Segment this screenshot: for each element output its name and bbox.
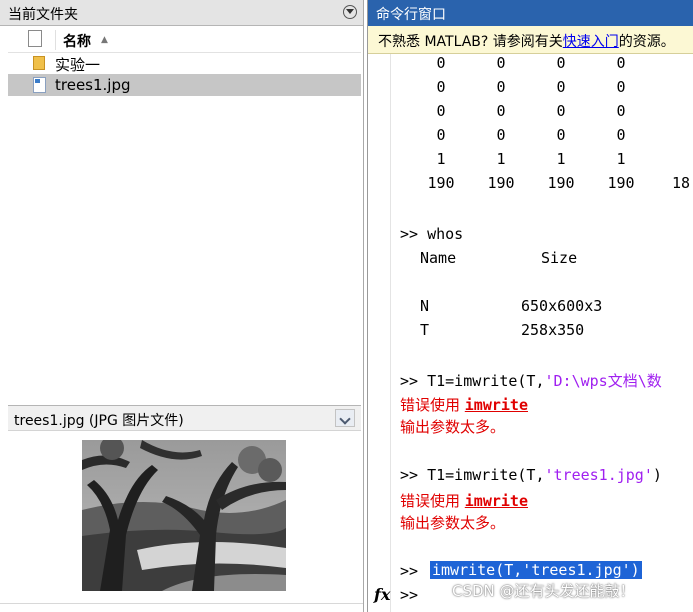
matrix-cell: 0 [556, 78, 566, 96]
watermark: CSDN @还有头发还能敲！ [452, 582, 635, 600]
folder-actions-icon[interactable] [343, 5, 357, 19]
sort-ascending-icon: ▲ [101, 35, 108, 45]
matrix-cell: 0 [616, 54, 626, 72]
prompt-symbol: >> [400, 225, 428, 243]
whos-command: whos [427, 225, 464, 243]
matrix-cell: 190 [547, 174, 575, 192]
matrix-cell: 190 [487, 174, 515, 192]
folder-label: 实验一 [55, 56, 101, 74]
matrix-cell: 1 [496, 150, 506, 168]
function-browser-icon[interactable]: fx [374, 585, 390, 604]
code-text: T1=imwrite(T, [427, 466, 545, 484]
name-column-label[interactable]: 名称 [63, 31, 91, 51]
current-folder-panel: 当前文件夹 名称 ▲ 实验一 trees1.jpg trees1.jpg (JP… [0, 0, 364, 612]
file-type-column-icon [28, 30, 42, 47]
code-text: ) [652, 466, 662, 484]
code-text: T1=imwrite(T, [427, 372, 545, 390]
command-output[interactable]: 0 0 0 0 0 0 0 0 0 0 0 0 0 0 0 0 1 1 1 1 190 190 190 190 18 >> wh… [400, 54, 693, 612]
whos-header-size: Size [541, 249, 578, 267]
command-window-titlebar[interactable]: 命令行窗口 [368, 0, 693, 26]
matrix-cell: 0 [556, 54, 566, 72]
selected-command-text[interactable]: imwrite(T,'trees1.jpg') [430, 561, 642, 579]
matrix-cell: 0 [496, 78, 506, 96]
file-row-selected[interactable]: trees1.jpg [8, 74, 361, 96]
details-header: trees1.jpg (JPG 图片文件) [8, 405, 361, 431]
panel-divider [0, 603, 363, 604]
prompt-symbol: >> [400, 372, 428, 390]
command-window-title: 命令行窗口 [376, 7, 446, 23]
error-prefix: 错误使用 [400, 396, 465, 414]
details-title: trees1.jpg (JPG 图片文件) [14, 413, 184, 429]
folder-row[interactable]: 实验一 [8, 52, 361, 74]
error-message: 输出参数太多。 [400, 418, 506, 436]
notice-suffix: 的资源。 [618, 34, 675, 50]
whos-row-name: T [420, 321, 430, 339]
quick-start-link[interactable]: 快速入门 [563, 34, 619, 50]
matrix-cell: 1 [616, 150, 626, 168]
current-folder-header: 当前文件夹 [0, 0, 363, 26]
matrix-cell: 0 [496, 102, 506, 120]
matrix-cell: 190 [607, 174, 635, 192]
chevron-down-icon[interactable] [335, 409, 355, 427]
error-message: 输出参数太多。 [400, 514, 506, 532]
whos-row-name: N [420, 297, 430, 315]
code-string: 'D:\wps文档\数 [544, 372, 662, 390]
error-function-link[interactable]: imwrite [465, 396, 528, 414]
matrix-cell: 190 [427, 174, 455, 192]
folder-icon [33, 56, 45, 70]
prompt-symbol: >> [400, 562, 428, 580]
matrix-cell: 18 [671, 174, 691, 192]
command-line-whos: >> whos [400, 225, 463, 243]
matrix-cell: 0 [436, 54, 446, 72]
command-line-attempt1: >> T1=imwrite(T,'D:\wps文档\数 [400, 370, 662, 391]
getting-started-notice: 不熟悉 MATLAB? 请参阅有关快速入门的资源。 [368, 26, 693, 54]
matrix-cell: 0 [436, 102, 446, 120]
error-line: 错误使用 imwrite [400, 394, 528, 415]
matrix-cell: 0 [556, 126, 566, 144]
matrix-cell: 0 [616, 102, 626, 120]
command-gutter [368, 54, 391, 612]
matrix-cell: 0 [616, 78, 626, 96]
matrix-cell: 0 [436, 126, 446, 144]
column-separator [55, 30, 56, 50]
prompt-symbol: >> [400, 466, 428, 484]
whos-row-size: 650x600x3 [521, 297, 603, 315]
whos-row-size: 258x350 [521, 321, 585, 339]
current-prompt[interactable]: >> [400, 586, 418, 604]
notice-prefix: 不熟悉 MATLAB? 请参阅有关 [378, 34, 563, 50]
file-list-column-header[interactable]: 名称 ▲ [8, 28, 361, 53]
trees-image [82, 440, 286, 591]
notice-text: 不熟悉 MATLAB? 请参阅有关快速入门的资源。 [378, 31, 675, 51]
matrix-cell: 0 [436, 78, 446, 96]
code-string: 'trees1.jpg' [544, 466, 653, 484]
error-prefix: 错误使用 [400, 492, 465, 510]
command-window: 命令行窗口 不熟悉 MATLAB? 请参阅有关快速入门的资源。 00000000… [367, 0, 693, 612]
matrix-cell: 0 [496, 54, 506, 72]
matrix-cell: 0 [496, 126, 506, 144]
matrix-cell: 0 [616, 126, 626, 144]
command-line-attempt2: >> T1=imwrite(T,'trees1.jpg') [400, 466, 662, 484]
matrix-cell: 0 [556, 102, 566, 120]
file-label: trees1.jpg [55, 76, 131, 94]
current-folder-title: 当前文件夹 [8, 7, 78, 23]
error-line: 错误使用 imwrite [400, 490, 528, 511]
image-file-icon [33, 77, 46, 93]
error-function-link[interactable]: imwrite [465, 492, 528, 510]
matrix-cell: 1 [436, 150, 446, 168]
whos-header-name: Name [420, 249, 457, 267]
matrix-cell: 1 [556, 150, 566, 168]
image-preview [82, 440, 286, 591]
